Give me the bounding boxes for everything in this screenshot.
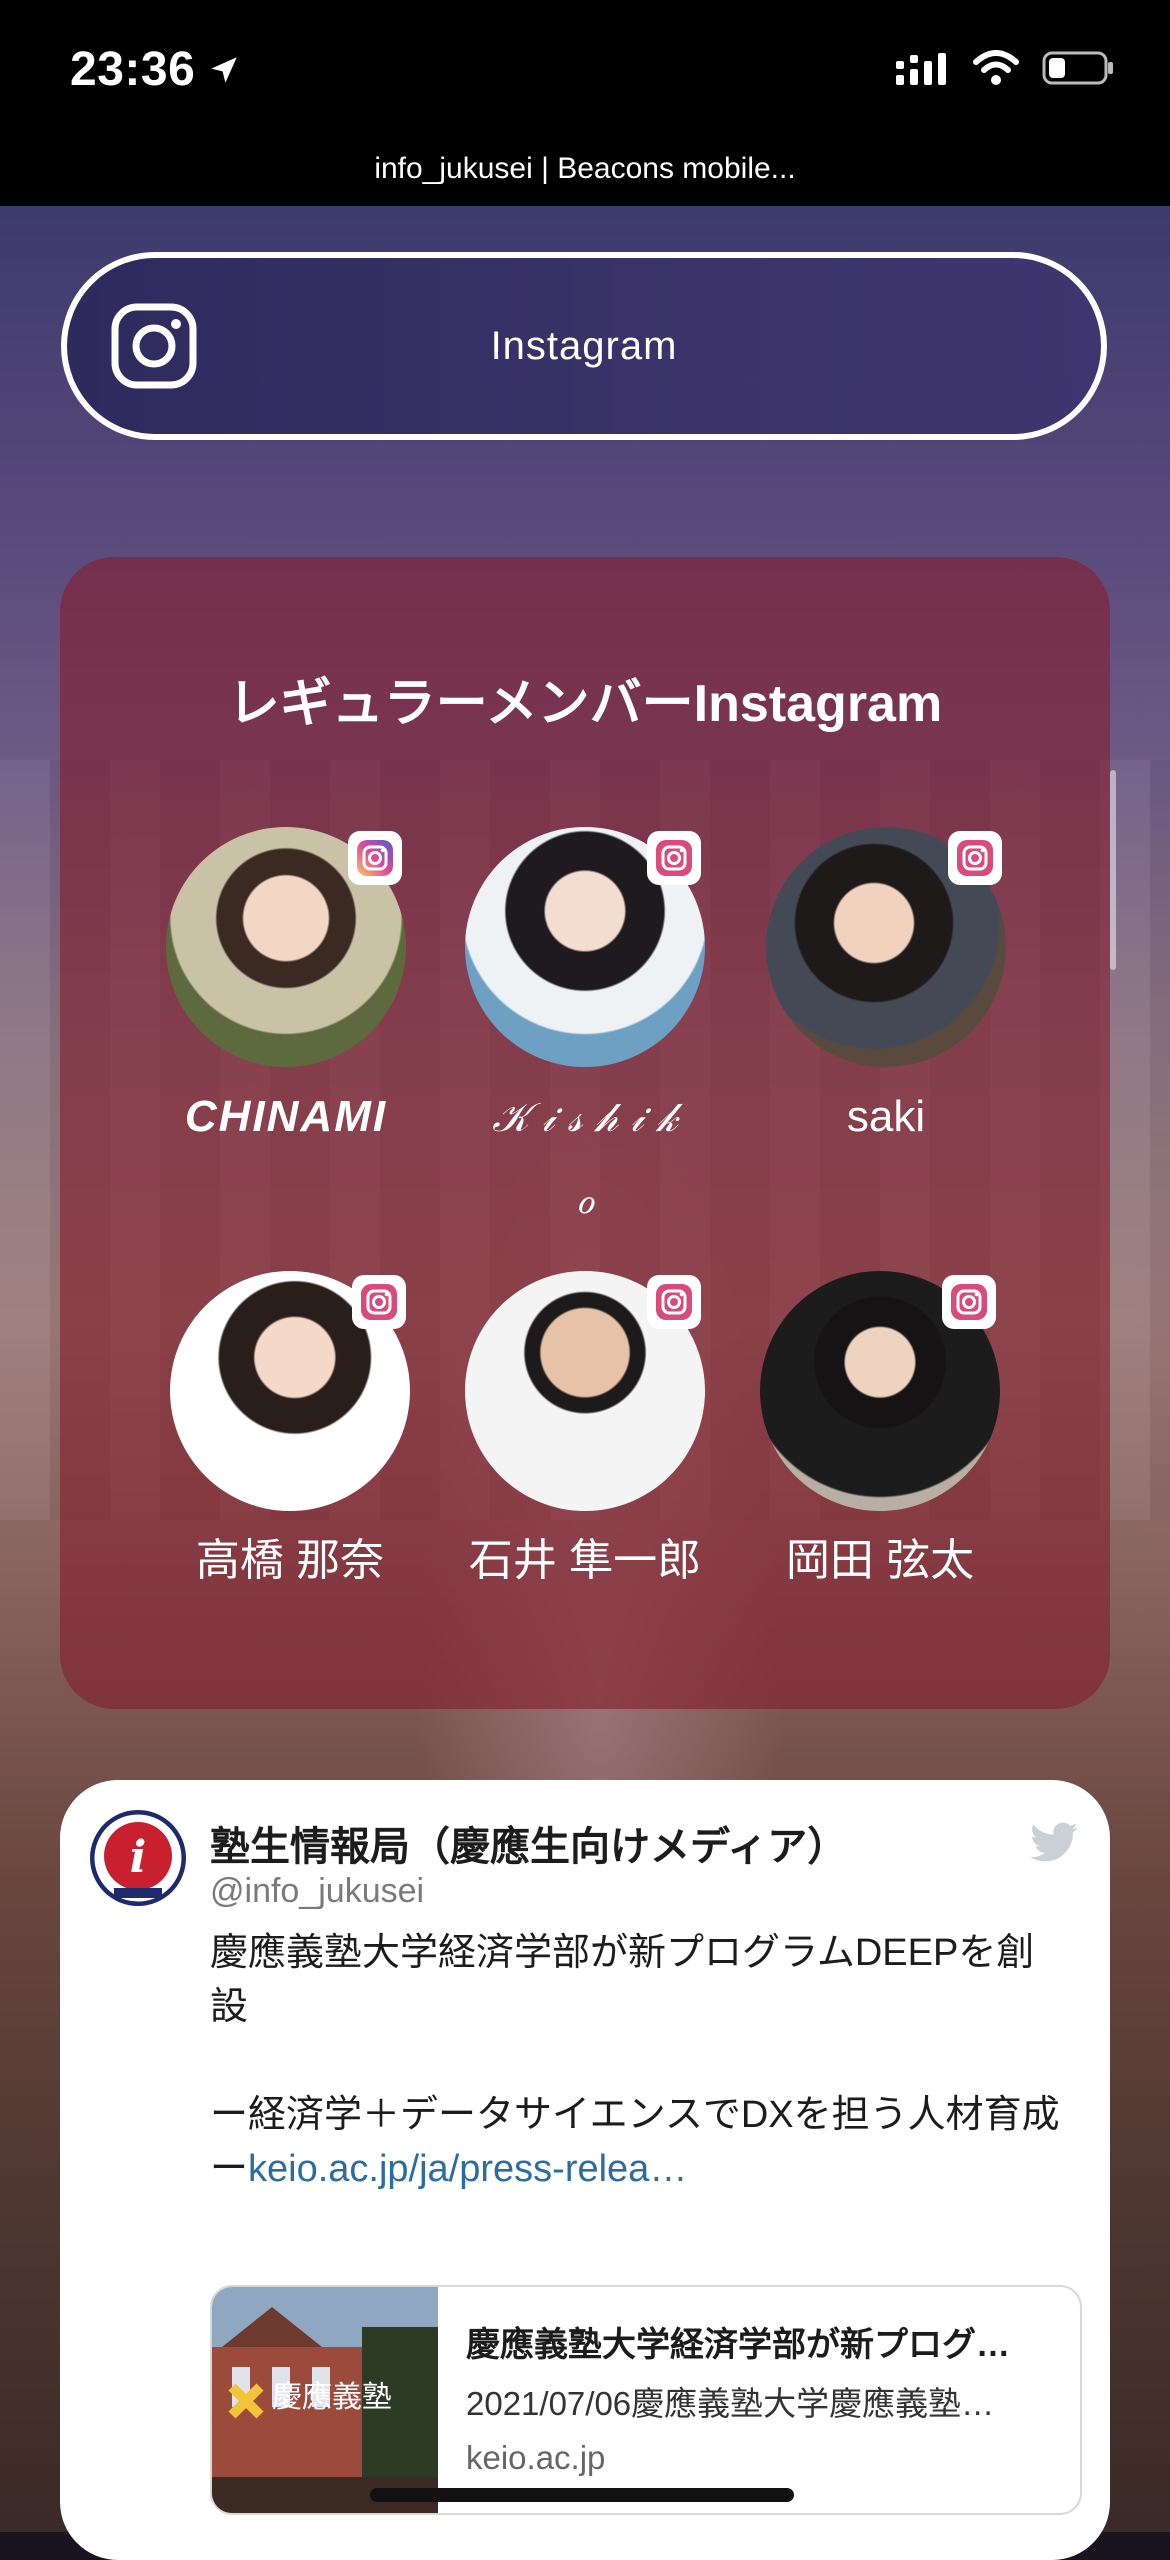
battery-icon — [1042, 51, 1113, 85]
tweet-card[interactable]: i 塾生情報局（慶應生向けメディア） @info_jukusei 慶應義塾大学経… — [60, 1780, 1110, 2560]
time-text: 23:36 — [70, 43, 196, 96]
preview-domain: keio.ac.jp — [466, 2439, 606, 2476]
account-avatar: i — [90, 1810, 186, 1906]
instagram-badge-icon — [647, 831, 701, 885]
tweet-link[interactable]: keio.ac.jp/ja/press-relea… — [248, 2148, 687, 2190]
scrollbar[interactable] — [1110, 770, 1116, 970]
status-bar: 23:36 info_jukusei | Beacons mobile... — [0, 0, 1170, 206]
twitter-bird-icon — [1030, 1822, 1078, 1862]
preview-image: 慶應義塾 — [212, 2287, 438, 2513]
location-arrow-icon — [211, 56, 238, 83]
signal-icon — [896, 53, 946, 85]
svg-text:i: i — [130, 1832, 147, 1883]
member-name: saki — [846, 1092, 926, 1141]
clock: 23:36 — [70, 42, 241, 97]
instagram-badge-icon — [348, 831, 402, 885]
page-title: info_jukusei | Beacons mobile... — [374, 152, 796, 185]
member-name-line2: ℴ — [575, 1177, 595, 1223]
members-card: レギュラーメンバーInstagram CHINAMI 𝒦 𝒾 𝓈 𝒽 𝒾 𝓀 ℴ… — [60, 557, 1110, 1709]
instagram-badge-icon — [352, 1275, 406, 1329]
instagram-link-button[interactable]: Instagram — [61, 252, 1107, 440]
member-name-line1: 𝒦 𝒾 𝓈 𝒽 𝒾 𝓀 — [492, 1095, 678, 1141]
instagram-badge-icon — [647, 1275, 701, 1329]
tweet-text: 慶應義塾大学経済学部が新プログラムDEEPを創設 ー経済学＋データサイエンスでD… — [210, 1926, 1070, 2196]
tweet-text-line1: 慶應義塾大学経済学部が新プログラムDEEPを創設 — [210, 1932, 1035, 2028]
members-title: レギュラーメンバーInstagram — [227, 675, 943, 733]
instagram-button-label: Instagram — [490, 323, 678, 368]
member-name: 石井 隼一郎 — [468, 1536, 702, 1585]
home-indicator[interactable] — [370, 2488, 794, 2502]
svg-text:慶應義塾: 慶應義塾 — [272, 2380, 392, 2415]
member-name: 高橋 那奈 — [195, 1536, 385, 1585]
instagram-icon — [111, 303, 197, 389]
preview-description: 2021/07/06慶應義塾大学慶應義塾… — [466, 2385, 995, 2422]
member-name: 𝒦 𝒾 𝓈 𝒽 𝒾 𝓀 ℴ — [445, 1077, 725, 1241]
wifi-icon — [973, 50, 1019, 85]
instagram-badge-icon — [942, 1275, 996, 1329]
member-name: 岡田 弦太 — [785, 1536, 975, 1585]
tweet-author-handle: @info_jukusei — [210, 1872, 425, 1910]
tweet-author-name: 塾生情報局（慶應生向けメディア） — [210, 1825, 848, 1869]
member-name: CHINAMI — [184, 1092, 388, 1141]
instagram-badge-icon — [948, 831, 1002, 885]
preview-title: 慶應義塾大学経済学部が新プログ… — [466, 2326, 1010, 2364]
tweet-text-line2: ー経済学＋データサイエンスでDXを担う人材育成ーkeio.ac.jp/ja/pr… — [210, 2088, 1070, 2196]
link-preview-card[interactable]: 慶應義塾 慶應義塾大学経済学部が新プログ… 2021/07/06慶應義塾大学慶應… — [210, 2285, 1082, 2515]
